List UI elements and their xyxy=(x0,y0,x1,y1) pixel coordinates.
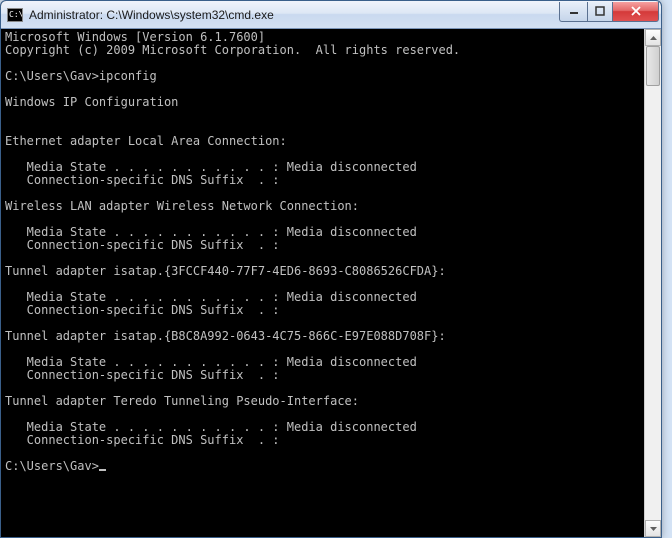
maximize-button[interactable] xyxy=(587,2,613,22)
typed-command: ipconfig xyxy=(99,69,157,83)
text-cursor xyxy=(99,469,106,471)
section-header: Windows IP Configuration xyxy=(5,95,178,109)
scrollbar-track[interactable] xyxy=(645,46,661,520)
scroll-up-button[interactable] xyxy=(645,29,661,46)
media-state-line: Media State . . . . . . . . . . . : Medi… xyxy=(5,160,417,174)
prompt-path: C:\Users\Gav> xyxy=(5,69,99,83)
vertical-scrollbar[interactable] xyxy=(644,29,661,537)
media-state-line: Media State . . . . . . . . . . . : Medi… xyxy=(5,290,417,304)
cmd-window: C:\ Administrator: C:\Windows\system32\c… xyxy=(0,0,662,538)
dns-suffix-line: Connection-specific DNS Suffix . : xyxy=(5,433,280,447)
console-output[interactable]: Microsoft Windows [Version 6.1.7600] Cop… xyxy=(1,29,644,537)
titlebar[interactable]: C:\ Administrator: C:\Windows\system32\c… xyxy=(1,1,661,29)
copyright-line: Copyright (c) 2009 Microsoft Corporation… xyxy=(5,43,460,57)
adapter-title: Wireless LAN adapter Wireless Network Co… xyxy=(5,199,359,213)
minimize-button[interactable] xyxy=(559,2,587,22)
scroll-down-button[interactable] xyxy=(645,520,661,537)
media-state-line: Media State . . . . . . . . . . . : Medi… xyxy=(5,225,417,239)
window-controls xyxy=(559,2,659,22)
window-title: Administrator: C:\Windows\system32\cmd.e… xyxy=(29,8,559,22)
maximize-icon xyxy=(595,6,605,16)
client-area: Microsoft Windows [Version 6.1.7600] Cop… xyxy=(1,29,661,537)
adapter-title: Tunnel adapter isatap.{B8C8A992-0643-4C7… xyxy=(5,329,446,343)
scrollbar-thumb[interactable] xyxy=(646,46,660,86)
prompt-path: C:\Users\Gav> xyxy=(5,459,99,473)
adapter-title: Tunnel adapter Teredo Tunneling Pseudo-I… xyxy=(5,394,359,408)
dns-suffix-line: Connection-specific DNS Suffix . : xyxy=(5,368,280,382)
chevron-down-icon xyxy=(650,527,657,531)
os-version-line: Microsoft Windows [Version 6.1.7600] xyxy=(5,30,265,44)
cmd-icon: C:\ xyxy=(7,8,23,22)
minimize-icon xyxy=(569,6,579,16)
dns-suffix-line: Connection-specific DNS Suffix . : xyxy=(5,303,280,317)
close-icon xyxy=(630,6,642,16)
adapter-title: Tunnel adapter isatap.{3FCCF440-77F7-4ED… xyxy=(5,264,446,278)
media-state-line: Media State . . . . . . . . . . . : Medi… xyxy=(5,355,417,369)
dns-suffix-line: Connection-specific DNS Suffix . : xyxy=(5,238,280,252)
close-button[interactable] xyxy=(613,2,659,22)
adapter-title: Ethernet adapter Local Area Connection: xyxy=(5,134,287,148)
media-state-line: Media State . . . . . . . . . . . : Medi… xyxy=(5,420,417,434)
dns-suffix-line: Connection-specific DNS Suffix . : xyxy=(5,173,280,187)
chevron-up-icon xyxy=(650,36,657,40)
